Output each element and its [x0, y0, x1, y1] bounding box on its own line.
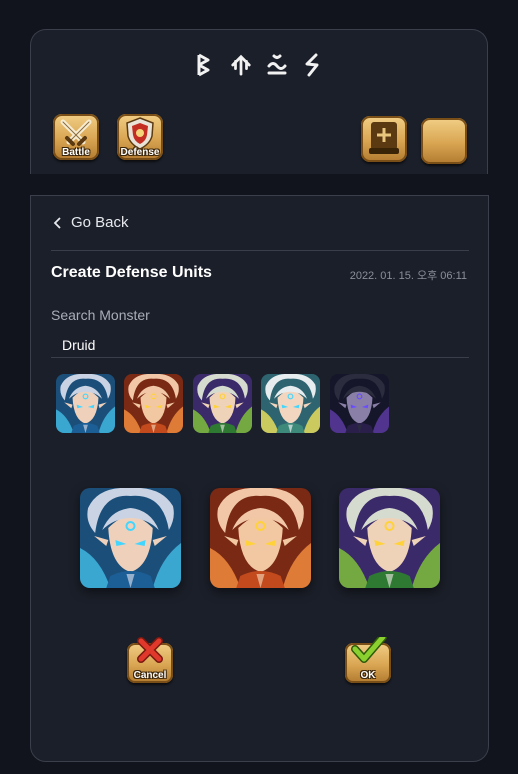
go-back-link[interactable]: Go Back: [53, 214, 129, 231]
ok-button[interactable]: OK: [345, 637, 391, 683]
result-druid-water[interactable]: [56, 374, 115, 433]
selected-unit-1[interactable]: [80, 488, 181, 588]
defense-button[interactable]: Defense: [117, 114, 163, 160]
battle-button[interactable]: Battle: [53, 114, 99, 160]
cancel-button[interactable]: Cancel: [127, 637, 173, 683]
selected-unit-2[interactable]: [210, 488, 311, 588]
search-label: Search Monster: [51, 307, 150, 323]
rune-row: [31, 52, 487, 78]
druid-wind-portrait: [339, 488, 440, 588]
rune-bolt-icon: [302, 52, 324, 78]
ok-label: OK: [360, 670, 376, 681]
selected-unit-3[interactable]: [339, 488, 440, 588]
druid-water-portrait: [80, 488, 181, 588]
main-panel: Go Back Create Defense Units 2022. 01. 1…: [30, 195, 489, 762]
druid-dark-portrait: [330, 374, 389, 433]
page-title: Create Defense Units: [51, 264, 212, 281]
timestamp: 2022. 01. 15. 오후 06:11: [349, 270, 467, 282]
top-panel: Battle Defense: [30, 29, 488, 174]
add-book-button[interactable]: [361, 116, 407, 162]
result-druid-fire[interactable]: [124, 374, 183, 433]
result-druid-light[interactable]: [261, 374, 320, 433]
battle-label: Battle: [62, 147, 90, 158]
rune-wave-icon: [266, 52, 288, 78]
defense-label: Defense: [120, 147, 160, 158]
go-back-label: Go Back: [71, 214, 129, 231]
druid-water-portrait: [56, 374, 115, 433]
result-druid-dark[interactable]: [330, 374, 389, 433]
druid-wind-portrait: [193, 374, 252, 433]
divider: [51, 250, 469, 251]
rune-arrow-icon: [230, 52, 252, 78]
rune-b-icon: [194, 52, 216, 78]
result-druid-wind[interactable]: [193, 374, 252, 433]
druid-light-portrait: [261, 374, 320, 433]
blank-gold-button[interactable]: [421, 118, 467, 164]
book-plus-icon: [369, 122, 399, 154]
cancel-label: Cancel: [133, 670, 167, 681]
druid-fire-portrait: [124, 374, 183, 433]
chevron-left-icon: [53, 216, 61, 229]
search-monster-input[interactable]: [51, 332, 469, 358]
druid-fire-portrait: [210, 488, 311, 588]
